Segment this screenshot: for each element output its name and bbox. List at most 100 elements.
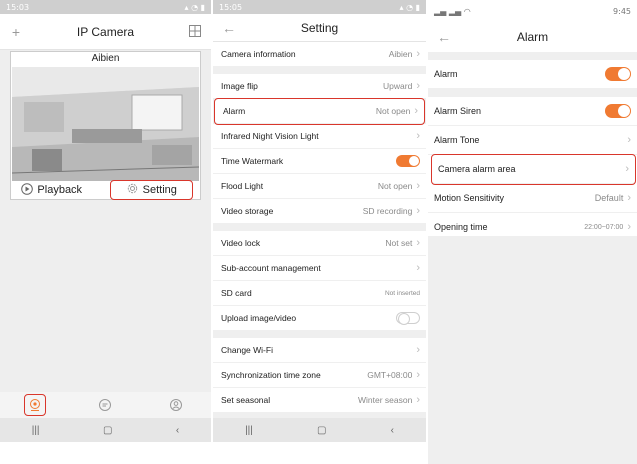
row-label: Opening time: [434, 222, 488, 232]
status-bar: 15:03 ▴ ◔ ▮: [0, 0, 211, 14]
back-arrow-icon[interactable]: ←: [221, 20, 237, 36]
home-icon[interactable]: ▢: [103, 425, 112, 436]
row-label: Video lock: [221, 238, 261, 248]
app-bar: ← Setting: [213, 14, 426, 42]
row-label: Image flip: [221, 81, 258, 91]
row-label: Alarm: [434, 69, 458, 79]
row-alarm-siren: Alarm Siren: [428, 97, 637, 126]
page-title: Setting: [300, 20, 339, 35]
chevron-right-icon: ›: [416, 344, 420, 356]
message-tab-icon[interactable]: [95, 395, 115, 415]
chevron-right-icon: ›: [627, 192, 631, 204]
row-label: Alarm Tone: [434, 135, 480, 145]
row-label: Alarm Siren: [434, 106, 482, 116]
chevron-right-icon: ›: [416, 80, 420, 92]
chevron-right-icon: ›: [416, 262, 420, 274]
ip-camera-screen: 15:03 ▴ ◔ ▮ + IP Camera Aibien Playback …: [0, 0, 211, 464]
page-title: Alarm: [516, 30, 549, 44]
recent-apps-icon[interactable]: |||: [32, 425, 40, 436]
chevron-right-icon: ›: [416, 369, 420, 381]
system-nav-bar: ||| ▢ ‹: [213, 418, 426, 442]
row-label: SD card: [221, 288, 252, 298]
camera-actions: Playback Setting: [11, 180, 200, 200]
status-icons: ▴ ◔ ▮: [399, 2, 420, 12]
chevron-right-icon: ›: [416, 237, 420, 249]
row-sd-card[interactable]: SD card Not inserted: [213, 281, 426, 306]
chevron-right-icon: ›: [416, 180, 420, 192]
chevron-right-icon: ›: [416, 394, 420, 406]
playback-button[interactable]: Playback: [11, 180, 93, 200]
grid-icon[interactable]: [187, 24, 203, 40]
plus-icon[interactable]: +: [8, 24, 24, 40]
row-label: Upload image/video: [221, 313, 297, 323]
recent-apps-icon[interactable]: |||: [245, 425, 253, 436]
row-value: Not set: [385, 238, 413, 248]
chevron-right-icon: ›: [627, 221, 631, 233]
row-time-zone[interactable]: Synchronization time zone GMT+08:00 ›: [213, 363, 426, 388]
play-icon: [21, 182, 34, 198]
row-sub-account[interactable]: Sub-account management ›: [213, 256, 426, 281]
camera-tab-icon[interactable]: [24, 394, 47, 416]
row-upload-image-video: Upload image/video: [213, 306, 426, 331]
row-value: Not inserted: [384, 289, 420, 297]
home-icon[interactable]: ▢: [317, 425, 326, 436]
row-value: Winter season: [357, 395, 413, 405]
back-icon[interactable]: ‹: [391, 425, 394, 436]
time-watermark-toggle[interactable]: [396, 155, 420, 167]
chevron-right-icon: ›: [625, 163, 629, 175]
row-video-storage[interactable]: Video storage SD recording ›: [213, 199, 426, 224]
page-title: IP Camera: [76, 24, 135, 39]
row-label: Synchronization time zone: [221, 370, 321, 380]
row-label: Camera alarm area: [438, 164, 516, 174]
upload-toggle[interactable]: [396, 312, 420, 325]
row-camera-information[interactable]: Camera information Aibien ›: [213, 42, 426, 67]
chevron-right-icon: ›: [416, 48, 420, 60]
row-infrared-night-vision[interactable]: Infrared Night Vision Light ›: [213, 124, 426, 149]
row-label: Alarm: [223, 106, 246, 116]
row-label: Motion Sensitivity: [434, 193, 505, 203]
row-label: Time Watermark: [221, 156, 284, 166]
setting-button[interactable]: Setting: [109, 180, 193, 200]
row-alarm-tone[interactable]: Alarm Tone ›: [428, 126, 637, 155]
row-flood-light[interactable]: Flood Light Not open ›: [213, 174, 426, 199]
camera-preview-image[interactable]: [12, 67, 199, 181]
empty-area: [428, 236, 637, 464]
playback-label: Playback: [37, 184, 83, 196]
row-label: Set seasonal: [221, 395, 271, 405]
row-change-wifi[interactable]: Change Wi-Fi ›: [213, 338, 426, 363]
status-right: 9:45: [613, 6, 631, 16]
row-video-lock[interactable]: Video lock Not set ›: [213, 231, 426, 256]
alarm-toggle[interactable]: [605, 67, 631, 81]
row-label: Sub-account management: [221, 263, 321, 273]
camera-card[interactable]: Aibien Playback Setting: [10, 51, 201, 200]
gear-icon: [126, 182, 139, 198]
row-value: Aibien: [388, 49, 413, 59]
row-alarm: Alarm: [428, 60, 637, 89]
row-value: Not open: [375, 106, 411, 116]
chevron-right-icon: ›: [627, 134, 631, 146]
row-value: Default: [594, 193, 624, 203]
setting-screen: 15:05 ▴ ◔ ▮ ← Setting Camera information…: [213, 0, 426, 464]
row-image-flip[interactable]: Image flip Upward ›: [213, 74, 426, 99]
chevron-right-icon: ›: [416, 205, 420, 217]
back-arrow-icon[interactable]: ←: [436, 29, 452, 45]
back-icon[interactable]: ‹: [176, 425, 179, 436]
system-nav-bar: ||| ▢ ‹: [0, 418, 211, 442]
row-value: Upward: [383, 81, 413, 91]
status-bar: ▂▄ ▂▄ ◠ 9:45: [428, 0, 637, 22]
row-set-seasonal[interactable]: Set seasonal Winter season ›: [213, 388, 426, 413]
status-icons: ▴ ◔ ▮: [184, 2, 205, 12]
alarm-siren-toggle[interactable]: [605, 104, 631, 118]
row-value: GMT+08:00: [367, 370, 413, 380]
row-camera-alarm-area[interactable]: Camera alarm area ›: [431, 154, 636, 185]
camera-name: Aibien: [91, 53, 120, 64]
status-time: 15:03: [6, 2, 30, 12]
row-alarm[interactable]: Alarm Not open ›: [214, 98, 425, 125]
status-time: 15:05: [219, 2, 243, 12]
settings-list: Camera information Aibien › Image flip Up…: [213, 42, 426, 413]
signal-icons: ▂▄ ▂▄ ◠: [434, 6, 471, 16]
profile-tab-icon[interactable]: [166, 395, 186, 415]
row-motion-sensitivity[interactable]: Motion Sensitivity Default ›: [428, 184, 637, 213]
chevron-right-icon: ›: [414, 105, 418, 117]
status-bar: 15:05 ▴ ◔ ▮: [213, 0, 426, 14]
